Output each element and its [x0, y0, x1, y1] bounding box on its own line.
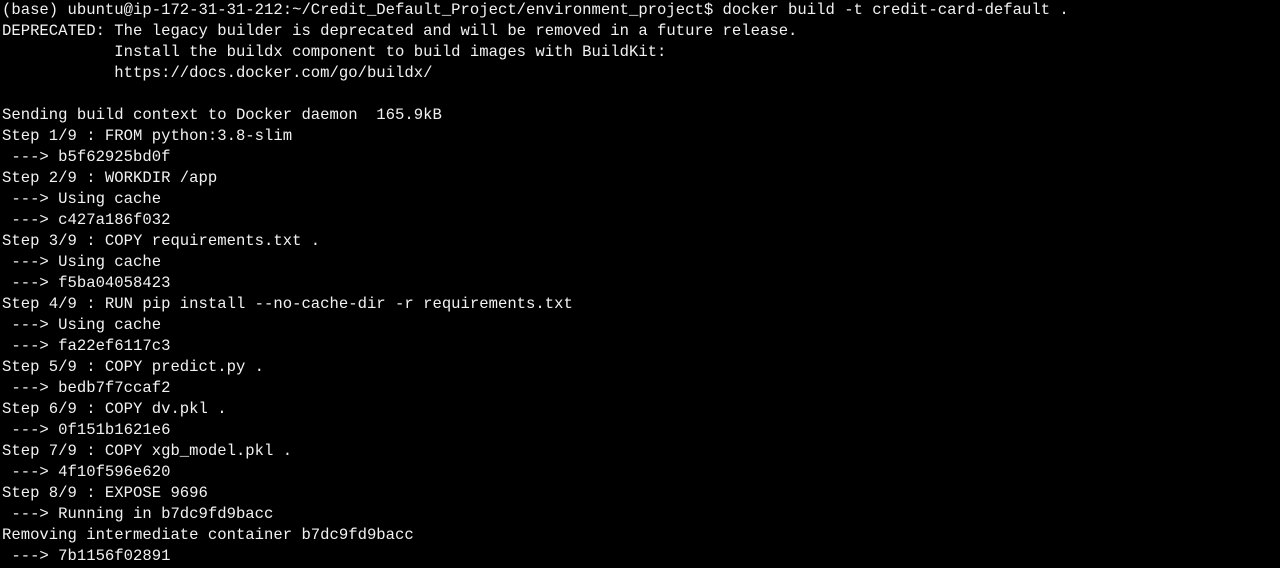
terminal-line-step-output: ---> Running in b7dc9fd9bacc	[2, 505, 274, 523]
terminal-line-container-removal: Removing intermediate container b7dc9fd9…	[2, 526, 414, 544]
terminal-window[interactable]: (base) ubuntu@ip-172-31-31-212:~/Credit_…	[0, 0, 1280, 568]
terminal-output: (base) ubuntu@ip-172-31-31-212:~/Credit_…	[0, 0, 1280, 567]
terminal-line-step-output: ---> c427a186f032	[2, 211, 171, 229]
terminal-line-build-context: Sending build context to Docker daemon 1…	[2, 106, 442, 124]
terminal-line-step-output: ---> Using cache	[2, 253, 162, 271]
terminal-line-step: Step 6/9 : COPY dv.pkl .	[2, 400, 227, 418]
terminal-line-step-output: ---> b5f62925bd0f	[2, 148, 171, 166]
terminal-line-step-output: ---> f5ba04058423	[2, 274, 171, 292]
terminal-line-step-output: ---> Using cache	[2, 190, 162, 208]
terminal-line-step-output: ---> bedb7f7ccaf2	[2, 379, 171, 397]
terminal-line-step-output: ---> Using cache	[2, 316, 162, 334]
terminal-line-step: Step 1/9 : FROM python:3.8-slim	[2, 127, 293, 145]
terminal-line-deprecation-warning: DEPRECATED: The legacy builder is deprec…	[2, 22, 798, 40]
terminal-line-prompt-command: (base) ubuntu@ip-172-31-31-212:~/Credit_…	[2, 1, 1069, 19]
terminal-line-step: Step 8/9 : EXPOSE 9696	[2, 484, 208, 502]
terminal-line-buildx-url: https://docs.docker.com/go/buildx/	[2, 64, 433, 82]
terminal-line-step-output: ---> fa22ef6117c3	[2, 337, 171, 355]
terminal-line-step-output: ---> 4f10f596e620	[2, 463, 171, 481]
terminal-line-step-output: ---> 0f151b1621e6	[2, 421, 171, 439]
terminal-line-step-output: ---> 7b1156f02891	[2, 547, 171, 565]
terminal-line-step: Step 7/9 : COPY xgb_model.pkl .	[2, 442, 293, 460]
terminal-line-step: Step 2/9 : WORKDIR /app	[2, 169, 218, 187]
terminal-line-step: Step 4/9 : RUN pip install --no-cache-di…	[2, 295, 573, 313]
terminal-line-step: Step 5/9 : COPY predict.py .	[2, 358, 265, 376]
terminal-line-step: Step 3/9 : COPY requirements.txt .	[2, 232, 321, 250]
terminal-line-buildx-hint: Install the buildx component to build im…	[2, 43, 667, 61]
